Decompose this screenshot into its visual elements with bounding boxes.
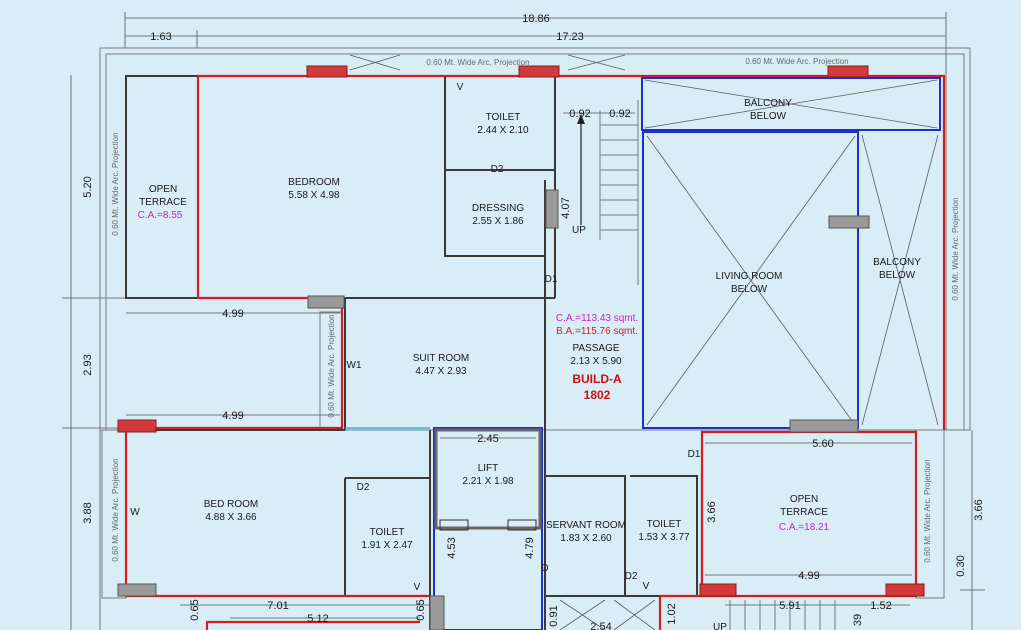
projection-label-right-2: 0.60 Mt. Wide Arc. Projection [923, 459, 932, 562]
projection-label-top-2: 0.60 Mt. Wide Arc. Projection [745, 57, 848, 66]
toilet-3-size: 1.53 X 3.77 [638, 532, 690, 543]
dim-left-h1: 5.20 [82, 176, 94, 197]
projection-label-right-1: 0.60 Mt. Wide Arc. Projection [951, 197, 960, 300]
toilet-2-size: 1.91 X 2.47 [361, 540, 413, 551]
mark-up-2: UP [713, 622, 727, 630]
passage-size: 2.13 X 5.90 [570, 356, 622, 367]
dim-right-h1: 3.66 [706, 501, 718, 522]
toilet-3-name: TOILET [647, 519, 682, 530]
toilet-1-name: TOILET [486, 112, 521, 123]
dim-bottom-10: 5.91 [779, 600, 800, 612]
mark-d: D [541, 563, 548, 574]
open-terrace-1-ca: C.A.=8.55 [138, 210, 183, 221]
dim-inner-width: 17.23 [556, 31, 584, 43]
living-room-line1: LIVING ROOM [716, 271, 783, 282]
open-terrace-2-ca: C.A.=18.21 [779, 522, 830, 533]
dim-bottom-4: 0.65 [415, 599, 427, 620]
projection-label-left-1: 0.60 Mt. Wide Arc. Projection [111, 132, 120, 235]
dim-right-width-2: 4.99 [798, 570, 819, 582]
dim-bottom-12: 39 [852, 614, 864, 626]
toilet-1-size: 2.44 X 2.10 [477, 125, 529, 136]
mark-up-1: UP [572, 225, 586, 236]
living-room-line2: BELOW [731, 284, 768, 295]
mark-v-2: V [414, 582, 421, 593]
mark-v-3: V [643, 581, 650, 592]
room-labels: OPEN TERRACE C.A.=8.55 BEDROOM 5.58 X 4.… [138, 98, 922, 551]
bedroom-name: BEDROOM [288, 177, 340, 188]
projection-label-left-2: 0.60 Mt. Wide Arc. Projection [327, 314, 336, 417]
mark-d2-2: D2 [357, 482, 370, 493]
dim-lift-width: 2.45 [477, 433, 498, 445]
dim-right-h2: 3.66 [973, 499, 985, 520]
balcony-right-line2: BELOW [879, 270, 916, 281]
lift-name: LIFT [478, 463, 499, 474]
passage-name: PASSAGE [572, 343, 619, 354]
dim-left-h3: 3.88 [82, 502, 94, 523]
build-line1: BUILD-A [572, 372, 622, 386]
bed-room-size: 4.88 X 3.66 [205, 512, 257, 523]
dim-bottom-9: 1.02 [666, 603, 678, 624]
build-line2: 1802 [584, 388, 611, 402]
servant-room-size: 1.83 X 2.60 [560, 533, 612, 544]
suit-room-name: SUIT ROOM [413, 353, 469, 364]
lift-size: 2.21 X 1.98 [462, 476, 514, 487]
balcony-top-line2: BELOW [750, 111, 787, 122]
mark-w1: W1 [347, 360, 362, 371]
right-dimensions: 3.66 0.30 [945, 48, 985, 630]
projection-label-top-1: 0.60 Mt. Wide Arc. Projection [426, 58, 529, 67]
mark-w: W [130, 507, 140, 518]
balcony-right-line1: BALCONY [873, 257, 921, 268]
mark-d2-1: D2 [491, 164, 504, 175]
columns [117, 65, 925, 630]
dim-left-offset: 1.63 [150, 31, 171, 43]
balcony-top-line1: BALCONY [744, 98, 792, 109]
servant-room-name: SERVANT ROOM [546, 520, 626, 531]
top-dimensions: 18.86 1.63 17.23 [124, 12, 947, 48]
toilet-2-name: TOILET [370, 527, 405, 538]
dim-bottom-5: 4.53 [446, 537, 458, 558]
bed-room-name: BED ROOM [204, 499, 258, 510]
open-terrace-1-line2: TERRACE [139, 197, 187, 208]
dressing-name: DRESSING [472, 203, 524, 214]
dim-bottom-1: 0.65 [189, 599, 201, 620]
suit-room-size: 4.47 X 2.93 [415, 366, 467, 377]
dim-right-h3: 0.30 [955, 555, 967, 576]
dim-left-h2: 2.93 [82, 354, 94, 375]
passage-ca: C.A.=113.43 sqmt. [556, 313, 638, 324]
dim-right-width-1: 5.60 [812, 438, 833, 450]
mark-v-1: V [457, 82, 464, 93]
dim-bed-width-1: 4.99 [222, 308, 243, 320]
dim-bottom-8: 2.54 [590, 621, 611, 630]
blue-outlines [433, 77, 941, 630]
floor-plan: 18.86 1.63 17.23 5.20 2.93 3.88 3.66 0.3… [62, 12, 985, 630]
dim-bottom-2: 7.01 [267, 600, 288, 612]
dim-overall-width: 18.86 [522, 13, 550, 25]
dim-bottom-7: 0.91 [548, 605, 560, 626]
walls [125, 75, 917, 630]
mark-d2-3: D2 [625, 571, 638, 582]
dim-bed-width-2: 4.99 [222, 410, 243, 422]
dim-bottom-11: 1.52 [870, 600, 891, 612]
dressing-size: 2.55 X 1.86 [472, 216, 524, 227]
open-terrace-2-line1: OPEN [790, 494, 818, 505]
dim-stair-b: 0.92 [609, 108, 630, 120]
dim-bottom-3: 5.12 [307, 613, 328, 625]
mark-d1-2: D1 [688, 449, 701, 460]
passage-ba: B.A.=115.76 sqmt. [556, 326, 638, 337]
dim-bottom-6: 4.79 [524, 537, 536, 558]
dim-stair-run: 4.07 [560, 197, 572, 218]
mark-d1-1: D1 [545, 274, 558, 285]
open-terrace-1-line1: OPEN [149, 184, 177, 195]
open-terrace-2-line2: TERRACE [780, 507, 828, 518]
projection-label-left-3: 0.60 Mt. Wide Arc. Projection [111, 458, 120, 561]
bedroom-size: 5.58 X 4.98 [288, 190, 340, 201]
dim-stair-a: 0.92 [569, 108, 590, 120]
